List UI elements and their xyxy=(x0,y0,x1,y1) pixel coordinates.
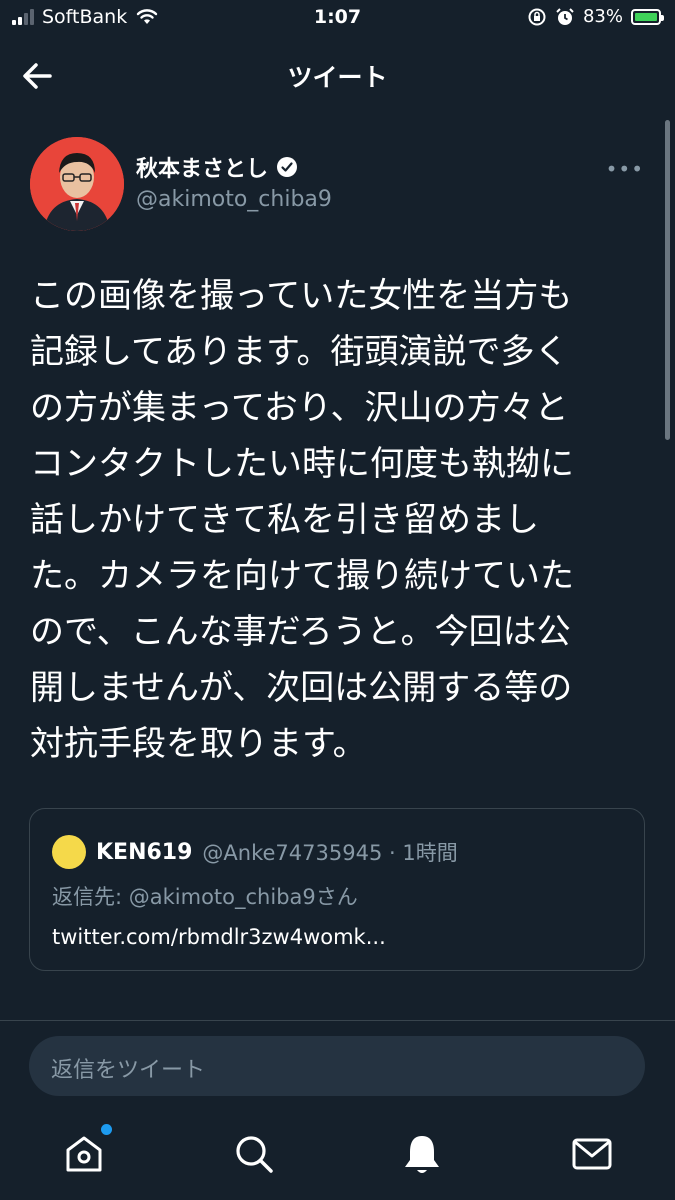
battery-charging-icon xyxy=(631,8,664,25)
verified-badge-icon xyxy=(277,157,298,177)
tab-bar xyxy=(0,1120,675,1200)
tweet-line: コンタクトしたい時に何度も執拗に xyxy=(30,444,574,484)
scrollbar[interactable] xyxy=(665,120,670,440)
author-name-row: 秋本まさとし xyxy=(136,151,298,183)
messages-icon[interactable] xyxy=(568,1130,616,1178)
home-notification-dot xyxy=(101,1124,112,1135)
tweet-line: 記録してあります。街頭演説で多く xyxy=(30,332,569,372)
quoted-reply-to: 返信先: @akimoto_chiba9さん xyxy=(52,885,358,909)
status-right-group: 83% xyxy=(527,6,664,27)
author-name[interactable]: 秋本まさとし xyxy=(136,151,268,183)
reply-input[interactable]: 返信をツイート xyxy=(29,1036,645,1096)
quoted-header: KEN619 @Anke74735945 · 1時間 xyxy=(52,835,458,869)
tweet-line: 開しませんが、次回は公開する等の xyxy=(30,668,573,708)
quoted-handle-time: @Anke74735945 · 1時間 xyxy=(202,841,458,865)
avatar[interactable] xyxy=(30,137,124,231)
divider xyxy=(0,1020,675,1021)
page-title: ツイート xyxy=(287,63,388,92)
tweet-author: 秋本まさとし @akimoto_chiba9 ••• xyxy=(30,137,650,232)
notifications-icon[interactable] xyxy=(398,1130,446,1178)
battery-percent: 83% xyxy=(582,6,623,27)
reply-placeholder: 返信をツイート xyxy=(51,1058,206,1083)
tweet-line: の方が集まっており、沢山の方々と xyxy=(30,388,569,428)
status-bar: SoftBank 1:07 83% xyxy=(0,0,675,40)
tweet-line: この画像を撮っていた女性を当方も xyxy=(30,276,573,316)
more-options-icon[interactable]: ••• xyxy=(606,157,644,181)
tweet-text: この画像を撮っていた女性を当方も 記録してあります。街頭演説で多く の方が集まっ… xyxy=(30,268,630,772)
tweet-line: 話しかけてきて私を引き留めまし xyxy=(30,500,539,540)
quoted-tweet-card[interactable]: KEN619 @Anke74735945 · 1時間 返信先: @akimoto… xyxy=(29,808,645,971)
search-icon[interactable] xyxy=(230,1130,278,1178)
header: ツイート xyxy=(0,46,675,106)
quoted-link[interactable]: twitter.com/rbmdlr3zw4womk... xyxy=(52,925,386,949)
quoted-avatar xyxy=(52,835,86,869)
tweet-line: ので、こんな事だろうと。今回は公 xyxy=(30,612,571,652)
home-icon[interactable] xyxy=(60,1124,112,1178)
tweet-line: 対抗手段を取ります。 xyxy=(30,724,367,764)
orientation-lock-icon xyxy=(528,8,546,25)
quoted-author-name: KEN619 xyxy=(96,839,193,865)
author-handle[interactable]: @akimoto_chiba9 xyxy=(136,187,332,212)
alarm-icon xyxy=(556,7,574,25)
tweet-line: た。カメラを向けて撮り続けていた xyxy=(30,556,574,596)
